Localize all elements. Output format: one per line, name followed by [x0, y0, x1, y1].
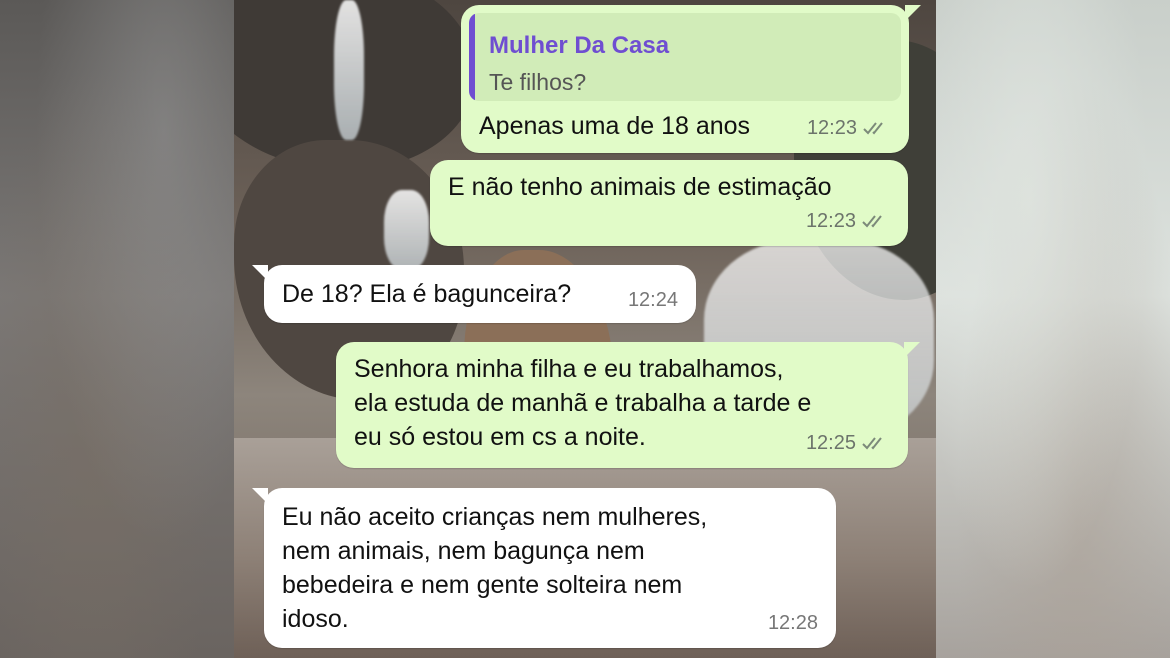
message-bubble-outgoing[interactable]: Senhora minha filha e eu trabalhamos, el… [336, 342, 920, 468]
blurred-background-right [936, 0, 1170, 658]
quoted-reply[interactable]: Mulher Da Casa Te filhos? [469, 13, 901, 101]
double-check-icon [862, 437, 882, 450]
message-bubble-outgoing[interactable]: E não tenho animais de estimação 12:23 [430, 160, 908, 246]
message-time: 12:23 [805, 210, 856, 232]
message-meta: 12:25 [806, 426, 890, 460]
quoted-text: Te filhos? [489, 69, 587, 95]
message-text: Senhora minha filha e eu trabalhamos, el… [354, 355, 812, 451]
message-text: Eu não aceito crianças nem mulheres, nem… [282, 503, 708, 633]
message-text: E não tenho animais de estimação [448, 173, 832, 201]
message-meta: 12:23 [806, 204, 890, 238]
double-check-icon [863, 122, 883, 135]
message-text: De 18? Ela é bagunceira? [282, 280, 572, 308]
double-check-icon [862, 215, 882, 228]
message-meta: 12:28 [768, 606, 818, 640]
blurred-background-left [0, 0, 234, 658]
message-bubble-incoming[interactable]: Eu não aceito crianças nem mulheres, nem… [252, 488, 836, 648]
message-time: 12:24 [627, 289, 678, 311]
message-time: 12:23 [806, 117, 857, 139]
message-text: Apenas uma de 18 anos [479, 112, 751, 140]
message-bubble-incoming[interactable]: De 18? Ela é bagunceira? 12:24 [252, 265, 696, 323]
message-time: 12:28 [767, 612, 818, 634]
quote-accent-bar [469, 13, 475, 101]
message-meta: 12:24 [628, 283, 678, 317]
message-bubble-outgoing[interactable]: Mulher Da Casa Te filhos? Apenas uma de … [461, 5, 921, 153]
message-time: 12:25 [805, 432, 856, 454]
message-meta: 12:23 [807, 111, 891, 145]
quoted-author: Mulher Da Casa [489, 32, 670, 59]
